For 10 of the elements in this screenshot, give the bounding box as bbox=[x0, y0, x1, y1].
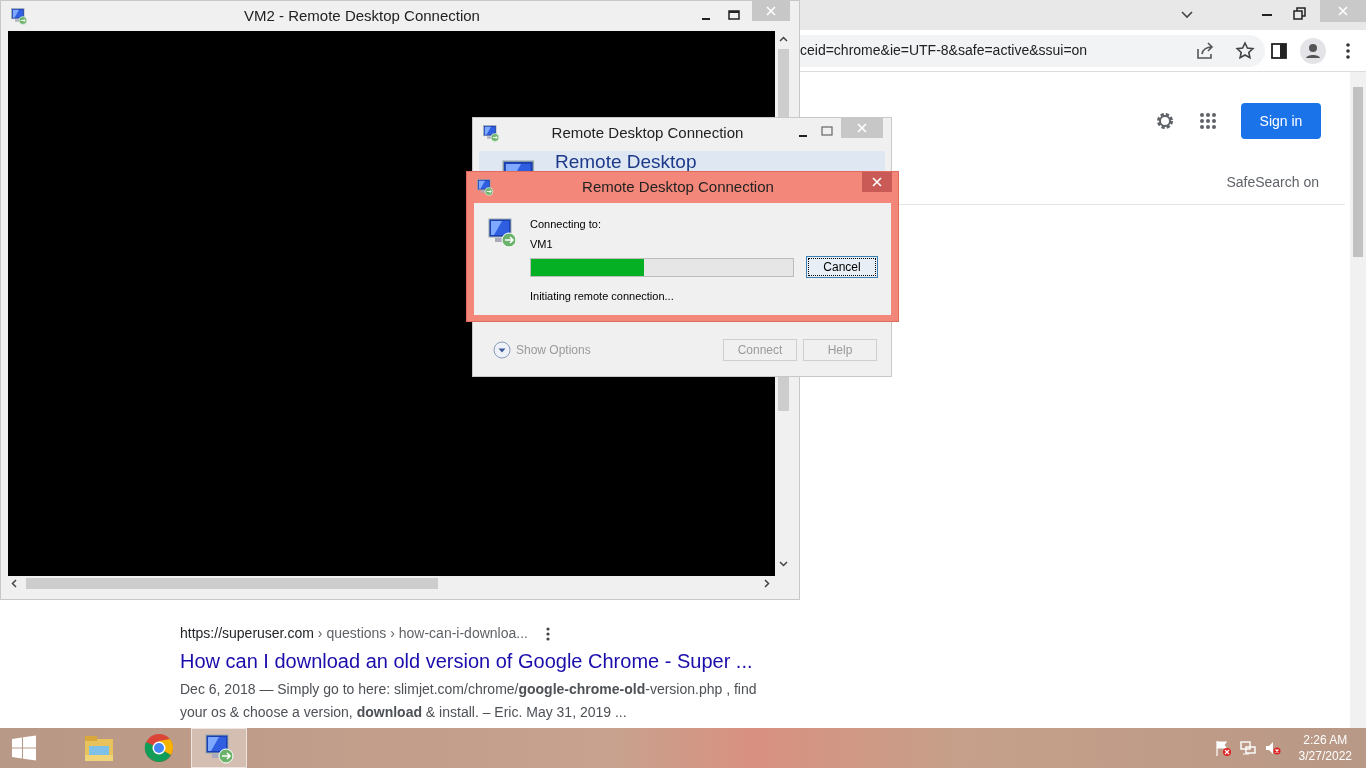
url-text: ceid=chrome&ie=UTF-8&safe=active&ssui=on bbox=[800, 41, 1089, 60]
window-title: VM2 - Remote Desktop Connection bbox=[244, 5, 480, 26]
connecting-label: Connecting to: bbox=[530, 217, 602, 232]
computer-name: VM1 bbox=[530, 236, 554, 252]
banner-title: Remote Desktop bbox=[555, 152, 697, 172]
status-text: Initiating remote connection... bbox=[530, 289, 675, 304]
dialog-title: Remote Desktop Connection bbox=[582, 176, 774, 197]
result-snippet: Dec 6, 2018 — Simply go to here: slimjet.com/chrome/google-chrome-old-version.php , find your os & choose a version, download & install. – Eric. May 31, 2019 ... bbox=[180, 680, 758, 722]
url-path: › questions › how-can-i-downloa... bbox=[317, 624, 528, 643]
dialog-title: Remote Desktop Connection bbox=[551, 122, 744, 143]
